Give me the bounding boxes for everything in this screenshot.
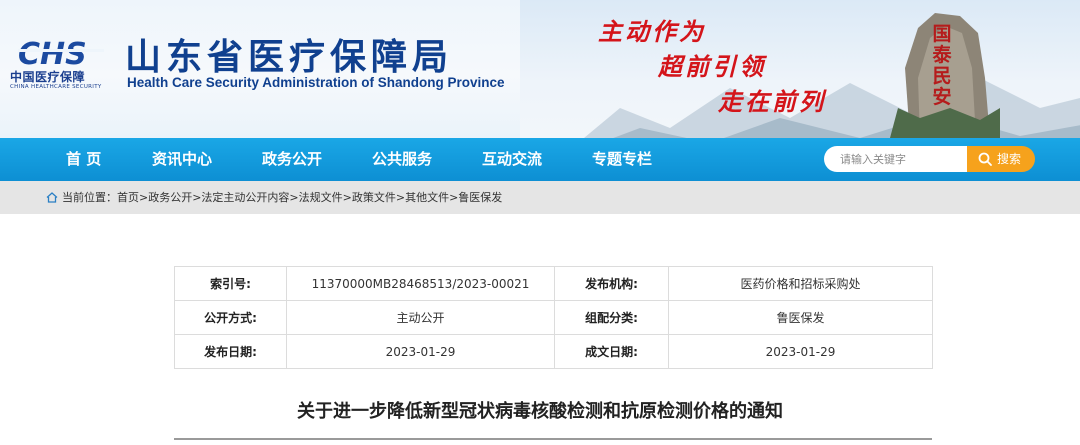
table-row: 索引号: 11370000MB28468513/2023-00021 发布机构:… (174, 266, 933, 301)
document-info-table: 索引号: 11370000MB28468513/2023-00021 发布机构:… (174, 266, 933, 369)
nav-interaction[interactable]: 互动交流 (482, 138, 542, 181)
disclosure-method-label: 公开方式: (174, 300, 287, 335)
slogan-1: 主动作为 (598, 17, 706, 46)
disclosure-method-value: 主动公开 (286, 300, 555, 335)
publish-date-value: 2023-01-29 (286, 334, 555, 369)
rock-carved-text: 国泰民安 (932, 23, 952, 108)
site-subtitle: Health Care Security Administration of S… (127, 75, 505, 90)
slogan-2: 超前引领 (658, 52, 766, 81)
category-value: 鲁医保发 (668, 300, 933, 335)
document-title: 关于进一步降低新型冠状病毒核酸检测和抗原检测价格的通知 (297, 401, 783, 422)
issuing-agency-value: 医药价格和招标采购处 (668, 266, 933, 301)
table-row: 公开方式: 主动公开 组配分类: 鲁医保发 (174, 300, 933, 335)
index-number-value: 11370000MB28468513/2023-00021 (286, 266, 555, 301)
table-row: 发布日期: 2023-01-29 成文日期: 2023-01-29 (174, 334, 933, 369)
written-date-value: 2023-01-29 (668, 334, 933, 369)
slogan-3: 走在前列 (718, 87, 826, 116)
nav-public-services[interactable]: 公共服务 (372, 138, 432, 181)
nav-special-topics[interactable]: 专题专栏 (592, 138, 652, 181)
svg-text:CHS: CHS (18, 37, 87, 68)
title-divider (174, 438, 932, 440)
publish-date-label: 发布日期: (174, 334, 287, 369)
search-icon (978, 152, 992, 166)
home-icon (46, 192, 58, 203)
site-title: 山东省医疗保障局 (125, 37, 454, 78)
search-button[interactable]: 搜索 (967, 146, 1035, 172)
nav-news-center[interactable]: 资讯中心 (152, 138, 212, 181)
written-date-label: 成文日期: (554, 334, 669, 369)
breadcrumb: 当前位置：首页>政务公开>法定主动公开内容>法规文件>政策文件>其他文件>鲁医保… (0, 181, 1080, 214)
index-number-label: 索引号: (174, 266, 287, 301)
search-button-label: 搜索 (997, 152, 1022, 166)
issuing-agency-label: 发布机构: (554, 266, 669, 301)
nav-government-affairs[interactable]: 政务公开 (262, 138, 322, 181)
chs-logo-icon: CHS (18, 37, 104, 68)
logo-en-text: CHINA HEALTHCARE SECURITY (10, 84, 102, 90)
category-label: 组配分类: (554, 300, 669, 335)
logo-cn-text: 中国医疗保障 (10, 70, 86, 84)
search-input[interactable] (824, 146, 969, 172)
nav-home[interactable]: 首 页 (66, 138, 101, 181)
breadcrumb-text[interactable]: 当前位置：首页>政务公开>法定主动公开内容>法规文件>政策文件>其他文件>鲁医保… (62, 181, 502, 214)
header-banner: 国泰民安 CHS 中国医疗保障 CHINA HEALTHCARE SECURIT… (0, 0, 1080, 138)
